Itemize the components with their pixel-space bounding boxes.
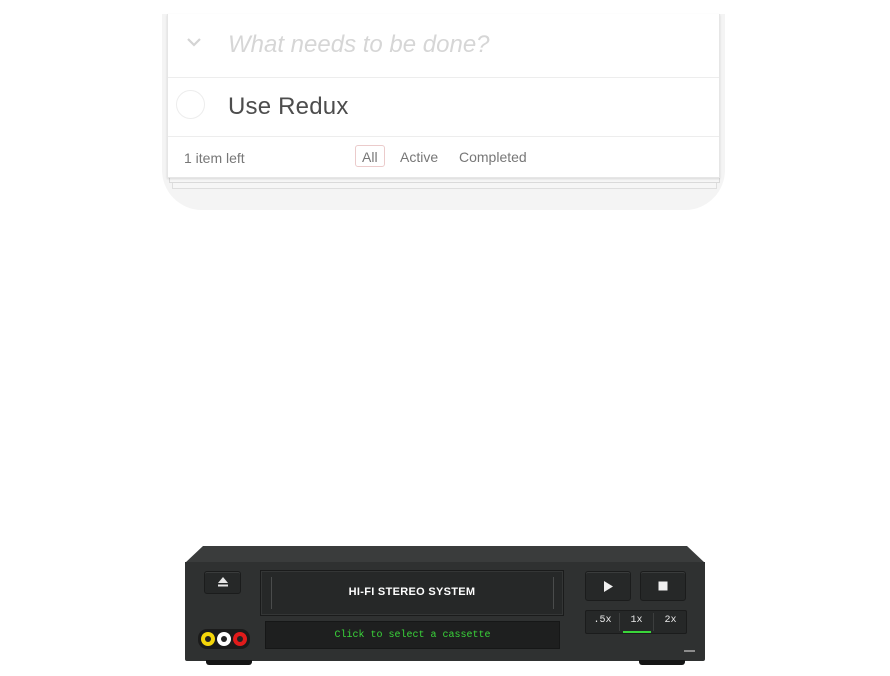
- yellow-jack: [201, 632, 215, 646]
- play-button[interactable]: [585, 571, 631, 601]
- cassette-door: HI-FI STEREO SYSTEM: [260, 570, 564, 616]
- todo-footer: 1 item left All Active Completed: [168, 137, 719, 177]
- filter-all-link[interactable]: All: [355, 145, 385, 167]
- red-jack: [233, 632, 247, 646]
- playback-speed-selector: .5x 1x 2x: [585, 610, 687, 634]
- speed-half-button[interactable]: .5x: [586, 611, 619, 633]
- chevron-down-icon[interactable]: [184, 32, 204, 52]
- stop-icon: [658, 581, 668, 591]
- brand-label: HI-FI STEREO SYSTEM: [348, 586, 476, 598]
- todo-header: [168, 14, 719, 78]
- white-jack: [217, 632, 231, 646]
- vcr-foot: [206, 660, 252, 665]
- speed-active-indicator: [623, 631, 651, 633]
- todo-item: Use Redux: [168, 78, 719, 137]
- items-left-count: 1 item left: [184, 150, 245, 166]
- cassette-display[interactable]: Click to select a cassette: [265, 621, 560, 649]
- new-todo-input[interactable]: [218, 27, 708, 63]
- todo-complete-checkbox[interactable]: [176, 90, 205, 119]
- speed-double-button[interactable]: 2x: [654, 611, 687, 633]
- todo-item-label[interactable]: Use Redux: [228, 93, 349, 121]
- filter-active-link[interactable]: Active: [393, 145, 445, 167]
- display-text: Click to select a cassette: [334, 630, 491, 641]
- play-icon: [604, 581, 613, 592]
- eject-button[interactable]: [204, 571, 241, 594]
- filter-completed-link[interactable]: Completed: [452, 145, 534, 167]
- eject-icon: [218, 577, 228, 587]
- speed-normal-button[interactable]: 1x: [620, 611, 653, 633]
- power-indicator: [684, 650, 695, 652]
- vcr-foot: [639, 660, 685, 665]
- todo-app: Use Redux 1 item left All Active Complet…: [167, 14, 720, 178]
- av-jacks: [198, 629, 250, 649]
- stop-button[interactable]: [640, 571, 686, 601]
